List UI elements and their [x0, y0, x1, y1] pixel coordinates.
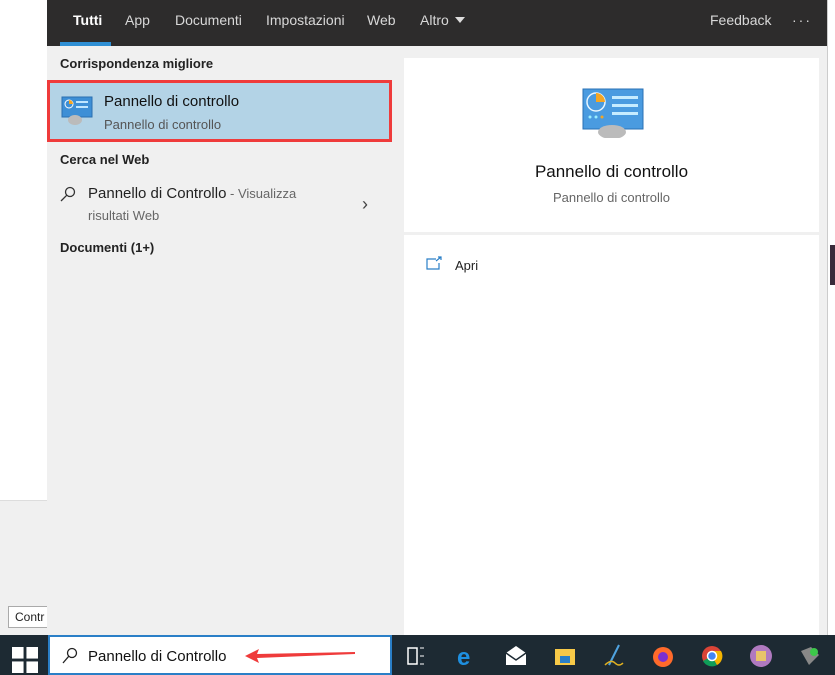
- best-match-result[interactable]: Pannello di controllo Pannello di contro…: [47, 80, 392, 142]
- chrome-icon[interactable]: [699, 643, 725, 669]
- tab-altro[interactable]: Altro: [420, 12, 465, 28]
- web-result-suffix: - Visualizza: [226, 186, 297, 201]
- background-input[interactable]: Contr: [8, 606, 52, 628]
- search-icon: [62, 647, 78, 664]
- tab-documenti[interactable]: Documenti: [175, 12, 242, 28]
- caret-down-icon: [454, 17, 465, 23]
- web-search-result[interactable]: Pannello di Controllo - Visualizza risul…: [47, 180, 392, 230]
- firefox-icon[interactable]: [650, 643, 676, 669]
- best-match-title: Pannello di controllo: [104, 93, 240, 110]
- best-match-heading: Corrispondenza migliore: [60, 56, 214, 71]
- tab-app[interactable]: App: [125, 12, 150, 28]
- active-tab-indicator: [60, 42, 111, 46]
- best-match-subtitle: Pannello di controllo: [104, 117, 222, 132]
- control-panel-large-icon: [582, 88, 644, 138]
- mail-icon[interactable]: [503, 643, 529, 669]
- tab-altro-label: Altro: [420, 12, 449, 28]
- open-icon: [426, 256, 442, 270]
- taskbar-search-box[interactable]: Pannello di Controllo: [48, 635, 392, 675]
- search-icon: [60, 186, 76, 202]
- edge-icon[interactable]: e: [454, 643, 480, 669]
- preview-subtitle: Pannello di controllo: [552, 190, 671, 205]
- tab-tutti[interactable]: Tutti: [73, 12, 102, 28]
- documents-heading[interactable]: Documenti (1+): [60, 240, 154, 255]
- background-window-right: [827, 0, 835, 635]
- preview-pane: Pannello di controllo Pannello di contro…: [404, 58, 819, 635]
- annotation-arrow-icon: [245, 649, 355, 663]
- search-tabs-header: Tutti App Documenti Impostazioni Web Alt…: [47, 0, 827, 46]
- pen-app-icon[interactable]: [601, 643, 627, 669]
- tab-web[interactable]: Web: [367, 12, 396, 28]
- web-heading: Cerca nel Web: [60, 152, 150, 167]
- svg-text:e: e: [457, 644, 470, 669]
- app-green-icon[interactable]: [797, 643, 823, 669]
- open-action[interactable]: Apri: [426, 256, 478, 273]
- feedback-button[interactable]: Feedback: [710, 12, 771, 28]
- chevron-right-icon[interactable]: ›: [362, 194, 368, 215]
- web-result-line2: risultati Web: [88, 208, 160, 223]
- app-purple-icon[interactable]: [748, 643, 774, 669]
- background-window: [0, 0, 48, 500]
- file-explorer-icon[interactable]: [552, 643, 578, 669]
- web-result-title: Pannello di Controllo: [88, 185, 227, 202]
- preview-title: Pannello di controllo: [534, 162, 689, 181]
- task-view-icon[interactable]: [403, 643, 429, 669]
- search-input[interactable]: Pannello di Controllo: [88, 648, 226, 665]
- search-panel: Tutti App Documenti Impostazioni Web Alt…: [47, 0, 827, 635]
- windows-start-icon[interactable]: [12, 647, 38, 673]
- open-label: Apri: [455, 258, 479, 273]
- control-panel-icon: [61, 96, 93, 125]
- more-options-button[interactable]: ···: [792, 12, 812, 28]
- tab-impostazioni[interactable]: Impostazioni: [266, 12, 345, 28]
